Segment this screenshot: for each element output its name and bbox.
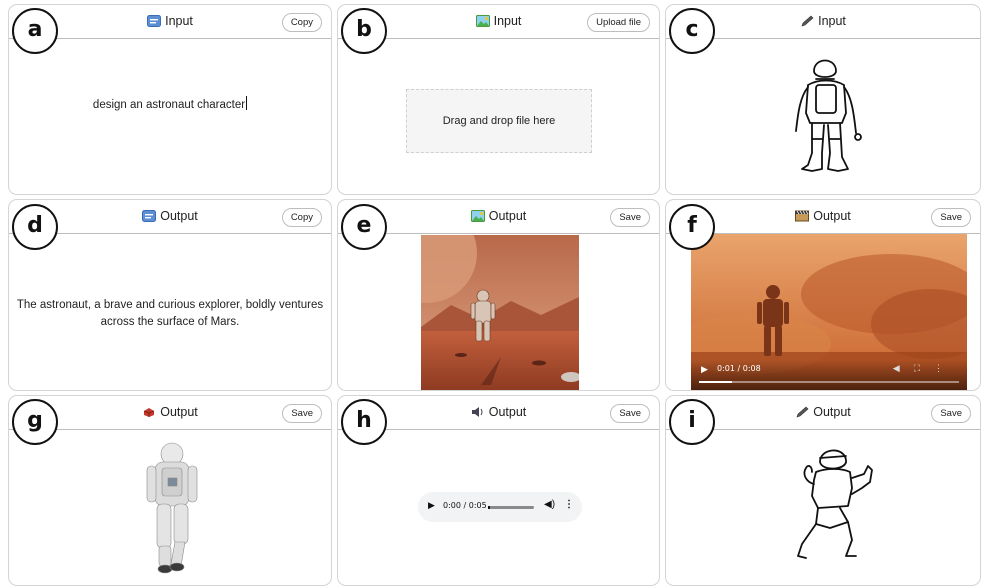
save-button[interactable]: Save — [282, 404, 322, 423]
video-time: 0:01 / 0:08 — [717, 364, 761, 373]
video-progress-bar[interactable] — [699, 381, 959, 383]
panel-label-b: b — [341, 8, 387, 54]
copy-button[interactable]: Copy — [281, 208, 322, 227]
video-player[interactable]: ▶ 0:01 / 0:08 ◀⛶⋮ — [691, 234, 967, 390]
panel-label-c: c — [669, 8, 715, 54]
more-options-icon[interactable]: ⋮ — [564, 499, 574, 510]
pencil-icon — [796, 406, 809, 418]
film-icon — [795, 210, 810, 222]
image-icon — [475, 15, 490, 27]
panel-title: Input — [165, 14, 193, 28]
generated-mars-image — [421, 235, 579, 390]
3d-astronaut-model[interactable] — [137, 442, 207, 574]
play-icon[interactable]: ▶ — [428, 500, 435, 511]
text-input-icon — [147, 15, 162, 27]
generated-text: The astronaut, a brave and curious explo… — [16, 299, 324, 328]
generated-sketch — [797, 449, 873, 559]
save-button[interactable]: Save — [610, 208, 650, 227]
text-output-icon — [142, 210, 157, 222]
copy-button[interactable]: Copy — [281, 13, 322, 32]
speaker-icon — [471, 407, 483, 417]
volume-icon[interactable]: ◀ — [893, 363, 914, 373]
panel-label-a: a — [12, 8, 58, 54]
fullscreen-icon[interactable]: ⛶ — [914, 363, 934, 373]
3d-object-icon — [144, 408, 155, 417]
video-controls: ▶ 0:01 / 0:08 ◀⛶⋮ — [691, 360, 967, 390]
panel-title: Output — [813, 405, 851, 419]
save-button[interactable]: Save — [610, 404, 650, 423]
panel-title: Output — [160, 209, 198, 223]
panel-label-h: h — [341, 399, 387, 445]
save-button[interactable]: Save — [931, 208, 971, 227]
audio-player[interactable]: ▶ 0:00 / 0:05 ◀) ⋮ — [418, 492, 582, 522]
audio-progress-bar[interactable] — [488, 506, 534, 509]
panel-label-e: e — [341, 204, 387, 250]
upload-file-button[interactable]: Upload file — [587, 13, 650, 32]
play-icon[interactable]: ▶ — [701, 364, 708, 375]
panel-label-g: g — [12, 399, 58, 445]
sketch-canvas[interactable] — [778, 53, 874, 181]
panel-label-f: f — [669, 204, 715, 250]
volume-icon[interactable]: ◀) — [544, 499, 555, 510]
panel-title: Output — [488, 405, 527, 419]
panel-title: Output — [160, 405, 198, 419]
panel-title: Output — [488, 209, 527, 223]
file-dropzone[interactable]: Drag and drop file here — [406, 89, 592, 153]
text-cursor — [246, 96, 248, 110]
image-icon — [470, 210, 485, 222]
text-input-field[interactable]: design an astronaut character — [9, 96, 331, 114]
panel-label-i: i — [669, 399, 715, 445]
panel-title: Input — [818, 14, 846, 28]
audio-time: 0:00 / 0:05 — [443, 501, 487, 510]
panel-label-d: d — [12, 204, 58, 250]
more-options-icon[interactable]: ⋮ — [934, 363, 957, 373]
pencil-icon — [801, 15, 814, 27]
panel-title: Output — [813, 209, 851, 223]
save-button[interactable]: Save — [931, 404, 971, 423]
panel-title: Input — [493, 14, 522, 28]
